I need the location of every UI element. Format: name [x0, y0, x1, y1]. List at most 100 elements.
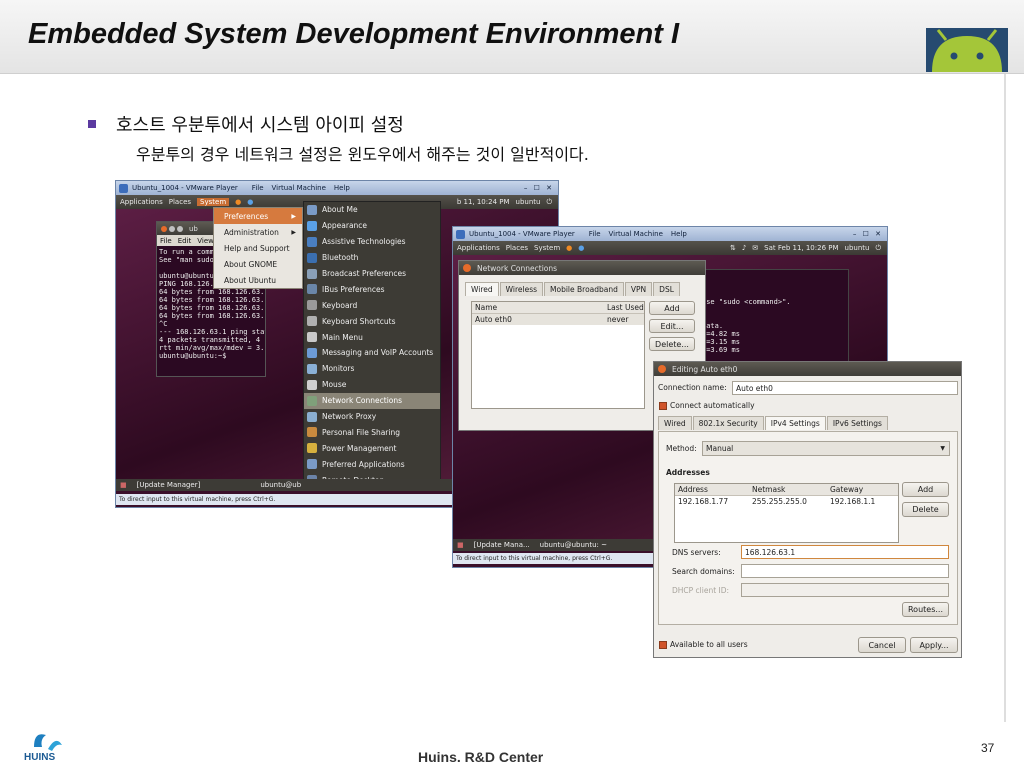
dns-servers-input[interactable]: 168.126.63.1: [741, 545, 949, 559]
close-icon[interactable]: [161, 225, 167, 232]
panel-user[interactable]: ubuntu: [516, 198, 541, 206]
panel-user[interactable]: ubuntu: [845, 244, 870, 252]
sound-icon[interactable]: ♪: [742, 244, 746, 252]
pref-item-main-menu[interactable]: Main Menu: [304, 329, 440, 345]
vm-menu-help[interactable]: Help: [671, 230, 687, 238]
delete-address-button[interactable]: Delete: [902, 502, 949, 517]
panel-places[interactable]: Places: [506, 244, 528, 252]
power-icon[interactable]: ⏻: [546, 198, 552, 207]
system-menu-help[interactable]: Help and Support: [214, 240, 302, 256]
gateway-cell[interactable]: 192.168.1.1: [827, 497, 875, 506]
terminal-output[interactable]: use "sudo <command>". data. e=4.82 ms e=3.…: [700, 270, 848, 356]
tab-mobile-broadband[interactable]: Mobile Broadband: [544, 282, 624, 296]
vm-menu-virtual-machine[interactable]: Virtual Machine: [609, 230, 663, 238]
network-icon[interactable]: ⇅: [730, 244, 736, 252]
close-icon[interactable]: [658, 365, 666, 373]
cancel-button[interactable]: Cancel: [858, 637, 906, 653]
panel-applications[interactable]: Applications: [457, 244, 500, 252]
column-address: Address: [678, 485, 708, 494]
tab-wired[interactable]: Wired: [658, 416, 692, 430]
tab-vpn[interactable]: VPN: [624, 282, 653, 296]
table-row[interactable]: Auto eth0 never: [472, 314, 644, 325]
column-name[interactable]: Name: [472, 303, 604, 312]
connect-automatically-checkbox[interactable]: [659, 402, 667, 410]
tab-ipv6-settings[interactable]: IPv6 Settings: [826, 416, 888, 430]
available-all-users-checkbox[interactable]: [659, 641, 667, 649]
taskbar-update-manager[interactable]: [Update Manager]: [137, 481, 201, 489]
pref-item-appearance[interactable]: Appearance: [304, 218, 440, 234]
window-controls-icon[interactable]: – ☐ ✕: [524, 184, 554, 192]
taskbar-update-manager[interactable]: [Update Mana...: [474, 541, 530, 549]
connection-name-field[interactable]: Auto eth0: [732, 381, 958, 395]
panel-applications[interactable]: Applications: [120, 198, 163, 206]
table-row[interactable]: 192.168.1.77 255.255.255.0 192.168.1.1: [675, 496, 898, 507]
pref-item-mouse[interactable]: Mouse: [304, 377, 440, 393]
pref-item-preferred-applications[interactable]: Preferred Applications: [304, 456, 440, 472]
help-icon[interactable]: ●: [247, 198, 253, 206]
netmask-cell[interactable]: 255.255.255.0: [749, 497, 827, 506]
show-desktop-icon[interactable]: ■: [457, 541, 464, 549]
pref-item-network-connections[interactable]: Network Connections: [304, 392, 440, 409]
pref-item-network-proxy[interactable]: Network Proxy: [304, 409, 440, 425]
system-menu-administration[interactable]: Administration ▶: [214, 224, 302, 240]
pref-item-monitors[interactable]: Monitors: [304, 361, 440, 377]
taskbar-terminal[interactable]: ubuntu@ubuntu: ~: [540, 541, 607, 549]
pref-item-keyboard[interactable]: Keyboard: [304, 297, 440, 313]
address-cell[interactable]: 192.168.1.77: [675, 497, 749, 506]
power-icon[interactable]: ⏻: [875, 244, 881, 253]
system-menu-about-gnome[interactable]: About GNOME: [214, 256, 302, 272]
add-address-button[interactable]: Add: [902, 482, 949, 497]
addresses-table[interactable]: Address Netmask Gateway 192.168.1.77 255…: [674, 483, 899, 543]
pref-item-keyboard-shortcuts[interactable]: Keyboard Shortcuts: [304, 313, 440, 329]
column-netmask: Netmask: [752, 485, 786, 494]
panel-system[interactable]: System: [534, 244, 560, 252]
vm-menu-help[interactable]: Help: [334, 184, 350, 192]
help-icon[interactable]: ●: [578, 244, 584, 252]
tab-dsl[interactable]: DSL: [653, 282, 680, 296]
column-last-used[interactable]: Last Used: [604, 303, 644, 312]
pref-item-bluetooth[interactable]: Bluetooth: [304, 250, 440, 266]
pref-item-about-me[interactable]: About Me: [304, 202, 440, 218]
mail-icon[interactable]: ✉: [752, 244, 758, 252]
pref-item-assistive-technologies[interactable]: Assistive Technologies: [304, 234, 440, 250]
vm-menu-file[interactable]: File: [252, 184, 264, 192]
pref-item-messaging-and-voip-accounts[interactable]: Messaging and VoIP Accounts: [304, 345, 440, 361]
add-button[interactable]: Add: [649, 301, 695, 315]
search-domains-input[interactable]: [741, 564, 949, 578]
system-menu-about-ubuntu[interactable]: About Ubuntu: [214, 272, 302, 288]
panel-clock[interactable]: b 11, 10:24 PM: [457, 198, 510, 206]
tab-wired[interactable]: Wired: [465, 282, 499, 296]
apply-button[interactable]: Apply...: [910, 637, 958, 653]
pref-item-ibus-preferences[interactable]: IBus Preferences: [304, 281, 440, 297]
vm-menu-virtual-machine[interactable]: Virtual Machine: [272, 184, 326, 192]
edit-button[interactable]: Edit...: [649, 319, 695, 333]
pref-item-label: Personal File Sharing: [322, 427, 400, 437]
close-icon[interactable]: [463, 264, 471, 272]
system-menu-preferences[interactable]: Preferences ▶: [214, 208, 302, 224]
routes-button[interactable]: Routes...: [902, 602, 949, 617]
terminal-menu-file[interactable]: File: [160, 237, 172, 245]
pref-item-power-management[interactable]: Power Management: [304, 440, 440, 456]
connections-list[interactable]: Name Last Used Auto eth0 never: [471, 301, 645, 409]
minimize-icon[interactable]: [169, 225, 175, 232]
maximize-icon[interactable]: [177, 225, 183, 232]
panel-places[interactable]: Places: [169, 198, 191, 206]
firefox-icon[interactable]: ●: [235, 198, 241, 206]
window-controls-icon[interactable]: – ☐ ✕: [853, 230, 883, 238]
terminal-menu-edit[interactable]: Edit: [178, 237, 192, 245]
tab-8021x-security[interactable]: 802.1x Security: [692, 416, 764, 430]
terminal-menu-view[interactable]: View: [197, 237, 214, 245]
vm-menu-file[interactable]: File: [589, 230, 601, 238]
firefox-icon[interactable]: ●: [566, 244, 572, 252]
tab-ipv4-settings[interactable]: IPv4 Settings: [764, 416, 826, 430]
panel-clock[interactable]: Sat Feb 11, 10:26 PM: [764, 244, 838, 252]
panel-system[interactable]: System: [197, 198, 230, 206]
pref-item-personal-file-sharing[interactable]: Personal File Sharing: [304, 424, 440, 440]
method-select[interactable]: Manual ▼: [702, 441, 950, 456]
tab-wireless[interactable]: Wireless: [499, 282, 544, 296]
taskbar-terminal[interactable]: ubuntu@ub: [260, 481, 301, 489]
show-desktop-icon[interactable]: ■: [120, 481, 127, 489]
pref-item-broadcast-preferences[interactable]: Broadcast Preferences: [304, 266, 440, 282]
dhcp-client-id-input[interactable]: [741, 583, 949, 597]
delete-button[interactable]: Delete...: [649, 337, 695, 351]
